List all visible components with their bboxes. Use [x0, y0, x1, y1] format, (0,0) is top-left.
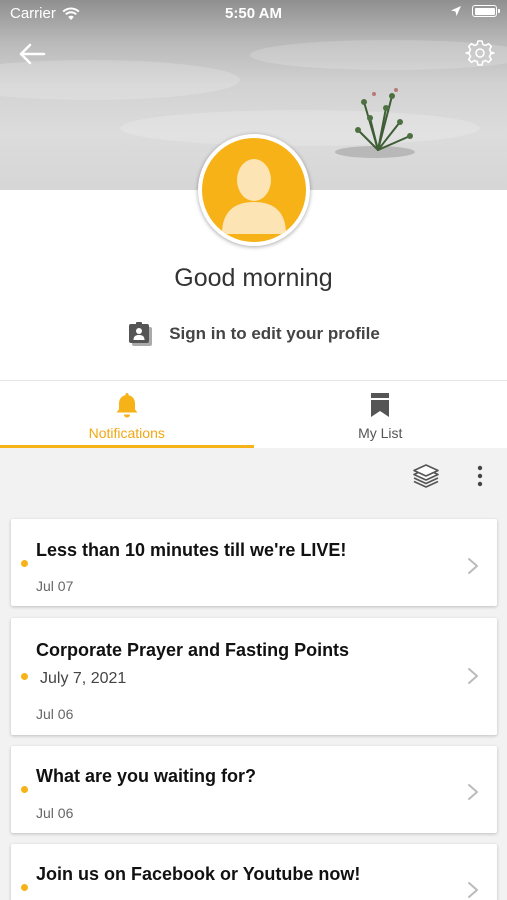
plant-illustration	[335, 88, 415, 158]
unread-dot	[21, 786, 28, 793]
tab-my-list-label: My List	[358, 425, 403, 441]
battery-icon	[472, 5, 500, 17]
status-time: 5:50 AM	[225, 5, 282, 22]
back-arrow-icon[interactable]	[16, 38, 48, 70]
contact-card-icon	[129, 322, 153, 346]
more-vertical-icon[interactable]	[470, 462, 490, 490]
notification-item[interactable]: What are you waiting for? Jul 06	[11, 746, 497, 833]
chevron-right-icon	[468, 784, 478, 800]
notifications-toolbar	[0, 448, 507, 504]
notification-item[interactable]: Join us on Facebook or Youtube now!	[11, 844, 497, 900]
notification-title: Corporate Prayer and Fasting Points	[36, 640, 350, 660]
signin-link[interactable]: Sign in to edit your profile	[0, 320, 507, 348]
notification-date: Jul 07	[36, 578, 74, 594]
unread-dot	[21, 560, 28, 567]
gear-icon[interactable]	[465, 38, 495, 68]
notification-item[interactable]: Less than 10 minutes till we're LIVE! Ju…	[11, 519, 497, 606]
notification-subtitle: July 7, 2021	[40, 670, 127, 687]
unread-dot	[21, 884, 28, 891]
user-silhouette-icon	[222, 159, 286, 234]
notification-title: Join us on Facebook or Youtube now!	[36, 864, 361, 884]
tab-notifications[interactable]: Notifications	[0, 381, 254, 448]
chevron-right-icon	[468, 882, 478, 898]
bookmark-icon	[371, 393, 390, 417]
location-arrow-icon	[451, 6, 461, 16]
chevron-right-icon	[468, 558, 478, 574]
notification-date: Jul 06	[36, 706, 74, 722]
notification-title: What are you waiting for?	[36, 766, 257, 786]
notification-item[interactable]: Corporate Prayer and Fasting Points July…	[11, 618, 497, 735]
unread-dot	[21, 673, 28, 680]
greeting-text: Good morning	[174, 264, 333, 292]
tab-my-list[interactable]: My List	[254, 381, 507, 448]
chevron-right-icon	[468, 668, 478, 684]
avatar[interactable]	[198, 134, 310, 246]
notification-date: Jul 06	[36, 805, 74, 821]
notification-title: Less than 10 minutes till we're LIVE!	[36, 540, 347, 560]
tab-notifications-label: Notifications	[88, 425, 165, 441]
tab-bar: Notifications My List	[0, 380, 507, 448]
bell-icon	[116, 393, 138, 418]
status-bar: Carrier 5:50 AM	[0, 0, 507, 28]
signin-label: Sign in to edit your profile	[169, 324, 380, 343]
layers-icon[interactable]	[412, 462, 440, 490]
